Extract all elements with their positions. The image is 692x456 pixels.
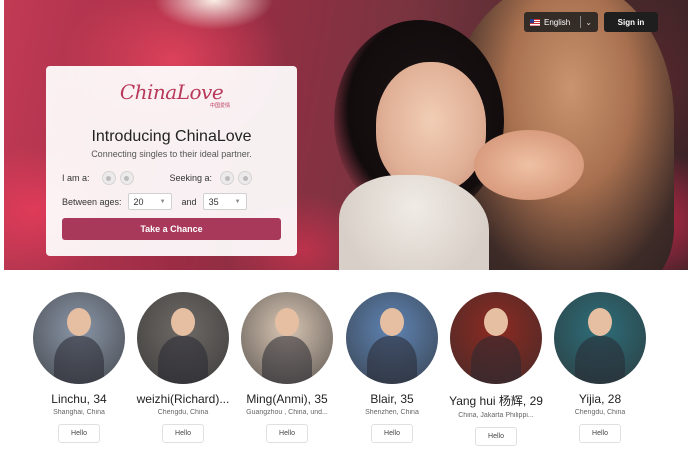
card-title: Introducing ChinaLove bbox=[91, 128, 252, 145]
hero-photo-woman-face bbox=[376, 62, 486, 192]
profile-name[interactable]: Linchu, 34 bbox=[24, 392, 134, 406]
profile-name[interactable]: Blair, 35 bbox=[337, 392, 447, 406]
hero-banner: English ⌄ Sign in ChinaLove 中国爱情 Introdu… bbox=[4, 0, 688, 270]
hello-button[interactable]: Hello bbox=[266, 424, 308, 443]
profile-name[interactable]: weizhi(Richard)... bbox=[128, 392, 238, 406]
hello-button[interactable]: Hello bbox=[579, 424, 621, 443]
profile-location: Guangzhou , China, und... bbox=[246, 409, 328, 416]
profile-photo[interactable] bbox=[554, 292, 646, 384]
profile-photo[interactable] bbox=[450, 292, 542, 384]
profile-card[interactable]: Ming(Anmi), 35 Guangzhou , China, und...… bbox=[232, 292, 342, 443]
and-label: and bbox=[181, 196, 197, 207]
logo-subtext: 中国爱情 bbox=[210, 103, 231, 109]
card-tagline: Connecting singles to their ideal partne… bbox=[91, 149, 252, 159]
language-selector[interactable]: English ⌄ bbox=[524, 12, 598, 32]
profile-card[interactable]: weizhi(Richard)... Chengdu, China Hello bbox=[128, 292, 238, 443]
i-am-label: I am a: bbox=[62, 173, 90, 183]
profile-location: Chengdu, China bbox=[574, 409, 626, 416]
gender-row: I am a: Seeking a: bbox=[62, 171, 281, 185]
logo-text: ChinaLove bbox=[119, 80, 224, 104]
logo: ChinaLove 中国爱情 bbox=[62, 80, 281, 110]
profile-photo[interactable] bbox=[241, 292, 333, 384]
between-ages-label: Between ages: bbox=[62, 196, 122, 207]
hello-button[interactable]: Hello bbox=[371, 424, 413, 443]
profile-card[interactable]: Yang hui 杨辉, 29 China, Jakarta Philippi.… bbox=[441, 292, 551, 446]
seeking-label: Seeking a: bbox=[169, 173, 213, 183]
language-divider bbox=[580, 16, 582, 28]
profile-name[interactable]: Yijia, 28 bbox=[545, 392, 655, 406]
age-row: Between ages: 20 ▼ and 35 ▼ bbox=[62, 193, 281, 210]
language-label: English bbox=[544, 17, 571, 27]
take-a-chance-button[interactable]: Take a Chance bbox=[62, 218, 281, 240]
profile-photo[interactable] bbox=[137, 292, 229, 384]
age-min-value: 20 bbox=[133, 196, 144, 207]
age-max-select[interactable]: 35 ▼ bbox=[202, 193, 247, 210]
age-min-select[interactable]: 20 ▼ bbox=[127, 193, 172, 210]
hello-button[interactable]: Hello bbox=[475, 427, 517, 446]
female-avatar-icon[interactable] bbox=[119, 171, 134, 185]
profile-location: China, Jakarta Philippi... bbox=[458, 412, 534, 419]
seeking-female-avatar-icon[interactable] bbox=[238, 171, 253, 185]
hello-button[interactable]: Hello bbox=[58, 424, 100, 443]
profile-card[interactable]: Blair, 35 Shenzhen, China Hello bbox=[337, 292, 447, 443]
search-card: ChinaLove 中国爱情 Introducing ChinaLove Con… bbox=[46, 66, 297, 256]
seeking-male-avatar-icon[interactable] bbox=[220, 171, 235, 185]
chevron-down-icon: ▼ bbox=[159, 198, 166, 205]
hello-button[interactable]: Hello bbox=[162, 424, 204, 443]
profile-photo[interactable] bbox=[33, 292, 125, 384]
profile-location: Shenzhen, China bbox=[365, 409, 419, 416]
top-nav: English ⌄ Sign in bbox=[524, 12, 658, 32]
age-max-value: 35 bbox=[208, 196, 219, 207]
signin-button[interactable]: Sign in bbox=[604, 12, 658, 32]
profile-card[interactable]: Yijia, 28 Chengdu, China Hello bbox=[545, 292, 655, 443]
hero-light bbox=[154, 0, 274, 30]
chevron-down-icon: ⌄ bbox=[585, 17, 592, 27]
profile-location: Shanghai, China bbox=[53, 409, 105, 416]
profile-location: Chengdu, China bbox=[157, 409, 209, 416]
profile-photo[interactable] bbox=[346, 292, 438, 384]
profile-name[interactable]: Yang hui 杨辉, 29 bbox=[441, 392, 551, 409]
us-flag-icon bbox=[530, 18, 540, 26]
profile-card[interactable]: Linchu, 34 Shanghai, China Hello bbox=[24, 292, 134, 443]
chevron-down-icon: ▼ bbox=[234, 198, 241, 205]
hero-photo-hand bbox=[474, 130, 584, 200]
profile-name[interactable]: Ming(Anmi), 35 bbox=[232, 392, 342, 406]
male-avatar-icon[interactable] bbox=[101, 171, 116, 185]
